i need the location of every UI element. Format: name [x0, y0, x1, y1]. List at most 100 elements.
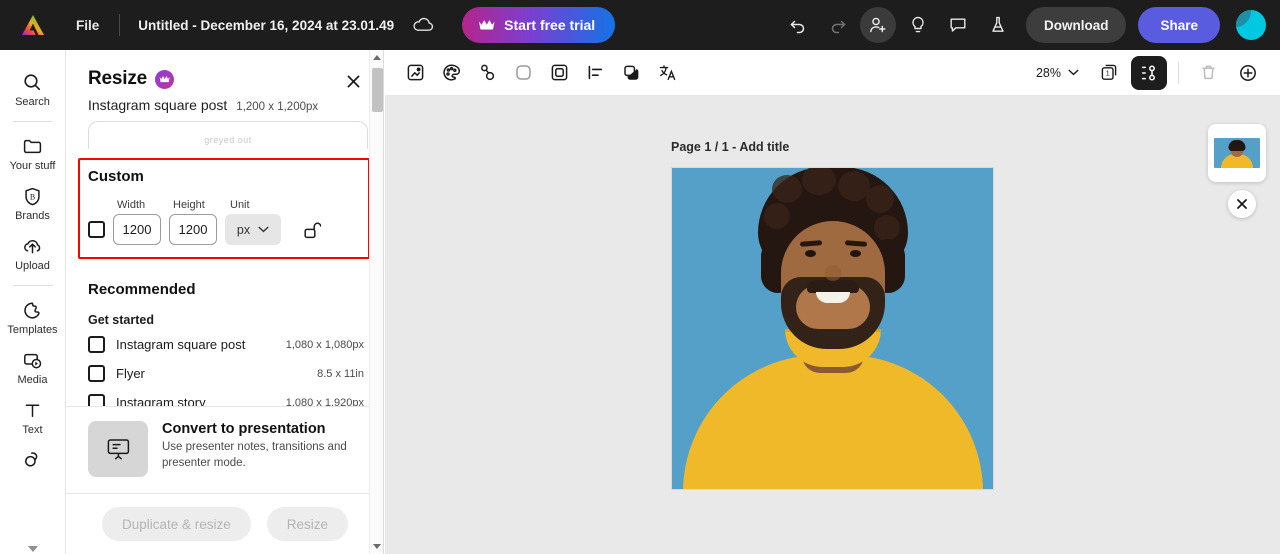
crown-badge-icon: [155, 69, 175, 89]
file-menu-button[interactable]: File: [66, 13, 109, 38]
recommended-group-label: Get started: [88, 313, 154, 327]
zoom-level: 28%: [1035, 65, 1061, 80]
zoom-control[interactable]: 28%: [1028, 61, 1087, 85]
sidebar-item-your-stuff[interactable]: Your stuff: [2, 128, 64, 178]
pages-icon[interactable]: 1: [1091, 56, 1127, 90]
scroll-up-arrow-icon[interactable]: [373, 55, 381, 60]
photo-eye-left: [804, 250, 816, 257]
crown-icon: [479, 19, 495, 29]
duplicate-and-resize-button[interactable]: Duplicate & resize: [101, 507, 251, 541]
palette-icon[interactable]: [433, 56, 469, 90]
page-thumbnail[interactable]: [1208, 124, 1266, 182]
portrait-photo: [672, 168, 993, 489]
divider: [119, 14, 121, 36]
avatar[interactable]: [1236, 10, 1266, 40]
brand-shield-icon: B: [25, 187, 40, 206]
photo-shirt: [682, 355, 983, 489]
custom-section-title: Custom: [88, 168, 144, 185]
rounded-square-icon[interactable]: [505, 56, 541, 90]
preset-name: Flyer: [116, 366, 145, 381]
flask-icon[interactable]: [980, 7, 1016, 43]
redo-icon[interactable]: [820, 7, 856, 43]
sidebar-item-templates[interactable]: Templates: [2, 292, 64, 342]
photo-hair-curl: [865, 185, 894, 213]
sidebar-item-media[interactable]: Media: [2, 342, 64, 392]
custom-field-labels: Width Height Unit: [88, 199, 360, 211]
canvas-area: 28% 1 Page 1 / 1 - Add title: [385, 50, 1280, 554]
share-button[interactable]: Share: [1138, 7, 1220, 43]
shapes-icon: [25, 452, 38, 467]
photo-hair-curl: [771, 175, 802, 203]
aspect-ratio-unlock-icon[interactable]: [298, 217, 324, 243]
trial-label: Start free trial: [504, 17, 596, 33]
download-button[interactable]: Download: [1025, 7, 1127, 43]
rail-divider: [12, 121, 53, 122]
scroll-down-arrow-icon[interactable]: [373, 544, 381, 549]
unit-dropdown[interactable]: px: [225, 214, 281, 245]
svg-text:B: B: [30, 192, 35, 201]
list-item[interactable]: Instagram square post 1,080 x 1,080px: [88, 330, 366, 359]
trash-icon[interactable]: [1190, 56, 1226, 90]
resize-panel-inner: Resize Instagram square post 1,200 x 1,2…: [66, 50, 383, 554]
photo-hair-curl: [801, 168, 836, 195]
frame-icon[interactable]: [541, 56, 577, 90]
close-thumbnail-panel-button[interactable]: [1228, 190, 1256, 218]
sidebar-item-shapes[interactable]: [2, 442, 64, 477]
sidebar-item-text[interactable]: Text: [2, 392, 64, 442]
current-preset-name: Instagram square post: [88, 97, 228, 113]
chevron-down-icon: [1068, 69, 1079, 76]
align-icon[interactable]: [577, 56, 613, 90]
effects-icon[interactable]: [469, 56, 505, 90]
custom-field-row: px: [88, 214, 360, 245]
rail-divider-2: [12, 285, 53, 286]
page-title: Resize: [88, 68, 148, 89]
start-free-trial-button[interactable]: Start free trial: [462, 7, 616, 43]
sidebar-label-brands: Brands: [15, 210, 50, 222]
width-input[interactable]: [113, 214, 161, 245]
svg-text:1: 1: [1105, 71, 1109, 78]
canvas-toolbar: 28% 1: [385, 50, 1280, 96]
resize-image-icon[interactable]: [397, 56, 433, 90]
width-label: Width: [117, 199, 146, 211]
undo-icon[interactable]: [780, 7, 816, 43]
cloud-saved-icon: [412, 17, 434, 33]
layers-icon[interactable]: [613, 56, 649, 90]
photo-hair-curl: [763, 203, 790, 229]
artboard[interactable]: [672, 168, 993, 489]
custom-size-checkbox[interactable]: [88, 221, 105, 238]
topbar-actions: Download Share: [780, 7, 1280, 43]
rail-scroll-down-arrow[interactable]: [27, 546, 38, 552]
recommended-title: Recommended: [88, 281, 196, 298]
scrollbar-thumb[interactable]: [372, 68, 383, 112]
translate-icon[interactable]: [649, 56, 685, 90]
convert-to-presentation-card[interactable]: Convert to presentation Use presenter no…: [66, 406, 383, 494]
photo-eye-right: [849, 250, 861, 257]
adobe-express-logo-icon: [22, 15, 44, 35]
comment-icon[interactable]: [940, 7, 976, 43]
height-label: Height: [173, 199, 205, 211]
preset-checkbox[interactable]: [88, 365, 105, 382]
convert-card-description: Use presenter notes, transitions and pre…: [162, 441, 347, 470]
sidebar-item-search[interactable]: Search: [2, 64, 64, 114]
chevron-down-icon: [258, 226, 269, 233]
close-icon[interactable]: [340, 68, 366, 94]
page-title-label[interactable]: Page 1 / 1 - Add title: [671, 140, 789, 154]
document-title[interactable]: Untitled - December 16, 2024 at 23.01.49: [130, 13, 402, 38]
scrolled-preset-card[interactable]: greyed out: [88, 121, 368, 149]
arrange-pages-icon[interactable]: [1131, 55, 1167, 90]
lightbulb-icon[interactable]: [900, 7, 936, 43]
unit-label: Unit: [230, 199, 250, 211]
list-item[interactable]: Flyer 8.5 x 11in: [88, 359, 366, 388]
sidebar-item-upload[interactable]: Upload: [2, 228, 64, 278]
search-icon: [24, 74, 41, 91]
height-input[interactable]: [169, 214, 217, 245]
panel-scrollbar[interactable]: [369, 50, 383, 554]
folder-icon: [23, 139, 42, 154]
resize-button[interactable]: Resize: [266, 507, 349, 541]
add-collaborator-icon[interactable]: [859, 7, 896, 43]
top-bar: File Untitled - December 16, 2024 at 23.…: [0, 0, 1280, 50]
sidebar-item-brands[interactable]: B Brands: [2, 178, 64, 228]
adobe-express-logo[interactable]: [0, 13, 66, 37]
add-page-icon[interactable]: [1230, 56, 1266, 90]
preset-checkbox[interactable]: [88, 336, 105, 353]
